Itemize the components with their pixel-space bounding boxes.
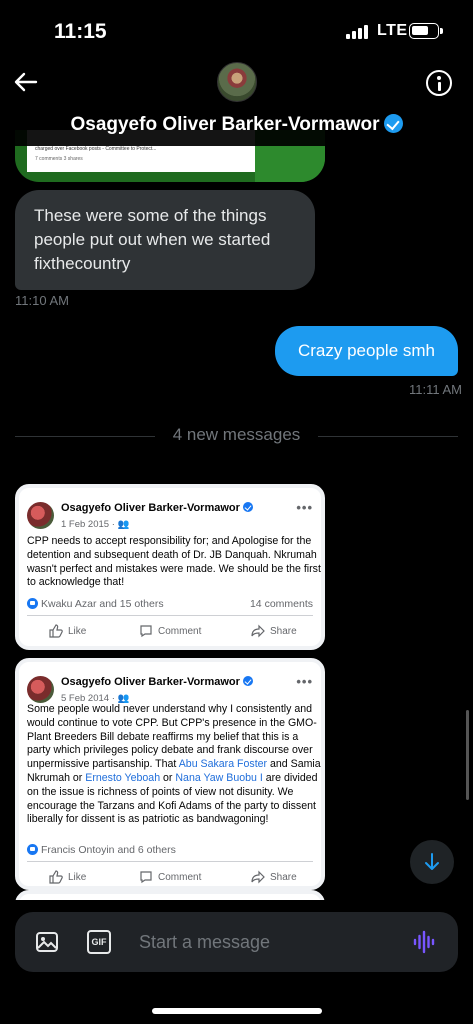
more-options-icon[interactable]: ••• [296,674,313,689]
post-text: Some people would never understand why I… [27,703,321,827]
reactions-text: Francis Ontoyin and 6 others [41,844,176,856]
comment-action: Comment [139,870,201,884]
scrollbar-thumb[interactable] [466,710,469,800]
back-button[interactable] [12,68,40,96]
verified-badge-icon [242,676,253,686]
comment-icon [140,871,152,884]
share-label: Share [270,871,297,883]
avatar[interactable] [217,62,257,102]
new-messages-divider: 4 new messages [0,425,473,445]
post-author-avatar [27,502,54,529]
voice-message-button[interactable] [412,930,436,954]
post-comments-count: 14 comments [249,598,313,610]
post-author-name: Osagyefo Oliver Barker-Vormawor [61,502,240,514]
status-bar: 11:15 LTE [0,0,473,60]
share-action: Share [251,624,297,638]
post-author-avatar [27,676,54,703]
image-icon [36,932,58,952]
share-action: Share [251,870,297,884]
network-type: LTE [377,22,408,39]
arrow-down-icon [425,853,439,870]
comment-icon [140,625,152,638]
add-media-button[interactable] [35,930,59,954]
outgoing-message[interactable]: Crazy people smh [275,326,458,376]
post-author: Osagyefo Oliver Barker-Vormawor [61,502,253,514]
more-options-icon[interactable]: ••• [296,500,313,515]
verified-badge-icon [242,502,253,512]
media-meta: 7 comments 3 shares [35,156,83,162]
post-divider [27,861,313,862]
reactions-text: Kwaku Azar and 15 others [41,598,164,610]
like-action: Like [49,870,86,884]
message-composer: GIF [15,912,458,972]
verified-badge-icon [383,114,403,133]
mention-link[interactable]: Abu Sakara Foster [179,758,267,770]
like-label: Like [68,625,87,637]
shared-post-card[interactable]: Osagyefo Oliver Barker-Vormawor 1 Feb 20… [15,484,325,650]
thumbs-up-icon [49,870,63,884]
post-author-name: Osagyefo Oliver Barker-Vormawor [61,676,240,688]
info-icon[interactable] [426,70,452,96]
voice-wave-icon [413,930,435,954]
battery-level [412,26,428,35]
message-timestamp: 11:11 AM [409,382,462,397]
post-date-text: 1 Feb 2015 · [61,519,118,530]
post-text-segment: or [160,771,176,784]
like-label: Like [68,871,87,883]
conversation-title[interactable]: Osagyefo Oliver Barker-Vormawor [0,114,473,136]
message-input[interactable] [139,930,399,954]
like-action: Like [49,624,86,638]
conversation-header: Osagyefo Oliver Barker-Vormawor [0,60,473,146]
share-label: Share [270,625,297,637]
post-author: Osagyefo Oliver Barker-Vormawor [61,676,253,688]
comment-action: Comment [139,624,201,638]
post-reactions: Francis Ontoyin and 6 others [27,844,176,856]
post-text: CPP needs to accept responsibility for; … [27,535,321,589]
home-indicator[interactable] [152,1008,322,1014]
post-reactions: Kwaku Azar and 15 others [27,598,164,610]
shared-post-card[interactable]: Osagyefo Oliver Barker-Vormawor 5 Feb 20… [15,658,325,890]
mention-link[interactable]: Nana Yaw Buobu I [175,772,262,784]
comment-label: Comment [158,625,202,637]
scroll-to-bottom-button[interactable] [410,840,454,884]
friends-icon: 👥 [117,519,130,530]
gif-button[interactable]: GIF [87,930,111,954]
comment-label: Comment [158,871,202,883]
signal-icon [346,25,370,39]
status-time: 11:15 [54,20,107,43]
post-divider [27,615,313,616]
new-messages-label: 4 new messages [172,425,301,444]
contact-name: Osagyefo Oliver Barker-Vormawor [70,114,380,135]
back-arrow-icon [14,72,38,92]
share-icon [251,870,265,884]
like-reaction-icon [27,844,38,855]
mention-link[interactable]: Ernesto Yeboah [85,772,160,784]
share-icon [251,624,265,638]
thumbs-up-icon [49,624,63,638]
message-timestamp: 11:10 AM [15,293,69,308]
post-date: 1 Feb 2015 · 👥 [61,519,129,530]
incoming-message[interactable]: These were some of the things people put… [15,190,315,290]
media-caption: charged over Facebook posts - Committee … [35,146,157,152]
battery-icon [409,23,443,39]
like-reaction-icon [27,598,38,609]
